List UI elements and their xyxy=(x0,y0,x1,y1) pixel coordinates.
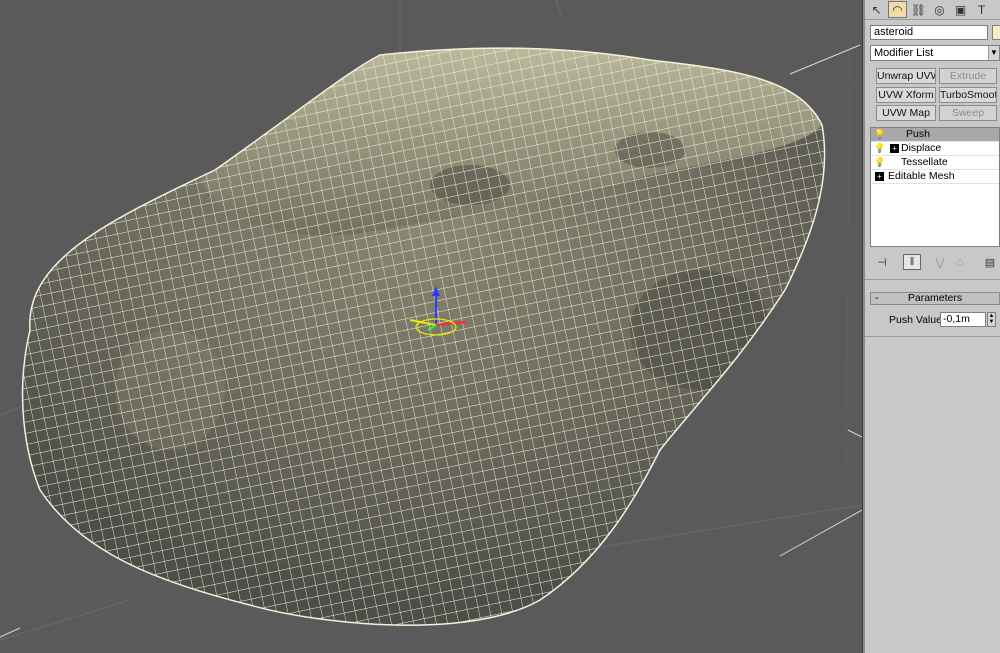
push-value-label: Push Value: xyxy=(889,314,945,326)
command-panel-tabs: ↖ ◠ ⛓ ◎ ▣ T xyxy=(865,0,1000,20)
stack-item-push[interactable]: 💡 Push xyxy=(871,128,999,142)
create-icon[interactable]: ↖ xyxy=(867,1,886,18)
stack-item-label: Tessellate xyxy=(901,156,948,168)
turbosmooth-button[interactable]: TurboSmooth xyxy=(939,87,997,103)
push-value-input[interactable]: -0,1m xyxy=(940,312,986,327)
command-panel: ↖ ◠ ⛓ ◎ ▣ T asteroid Modifier List ▼ Unw… xyxy=(865,0,1000,653)
unwrap-uvw-button[interactable]: Unwrap UVW xyxy=(876,68,936,84)
display-icon[interactable]: ▣ xyxy=(951,1,970,18)
divider xyxy=(865,336,1000,337)
hierarchy-icon[interactable]: ⛓ xyxy=(909,1,928,18)
utilities-icon[interactable]: T xyxy=(972,1,991,18)
viewport-canvas[interactable] xyxy=(0,0,862,653)
modify-icon[interactable]: ◠ xyxy=(888,1,907,18)
uvw-xform-button[interactable]: UVW Xform xyxy=(876,87,936,103)
extrude-button[interactable]: Extrude xyxy=(939,68,997,84)
stack-item-tessellate[interactable]: 💡 Tessellate xyxy=(871,156,999,170)
remove-modifier-icon[interactable]: ⌂ xyxy=(951,254,969,270)
object-name-field[interactable]: asteroid xyxy=(870,25,988,40)
stack-item-label: Editable Mesh xyxy=(888,170,955,182)
lightbulb-icon[interactable]: 💡 xyxy=(874,143,885,154)
lightbulb-icon[interactable]: 💡 xyxy=(874,129,885,140)
asteroid-mesh[interactable] xyxy=(0,0,862,653)
sweep-button[interactable]: Sweep xyxy=(939,105,997,121)
chevron-down-icon[interactable]: ▼ xyxy=(988,46,999,60)
pin-stack-icon[interactable]: ⊣ xyxy=(873,254,891,270)
parameters-rollout-header[interactable]: - Parameters xyxy=(870,292,1000,305)
push-value-spinner[interactable]: ▲ ▼ xyxy=(987,312,996,327)
perspective-viewport[interactable] xyxy=(0,0,862,653)
divider xyxy=(865,279,1000,280)
show-end-result-icon[interactable]: ‖ xyxy=(903,254,921,270)
stack-item-label: Push xyxy=(906,128,930,140)
expand-plus-icon[interactable]: + xyxy=(890,144,899,153)
rollout-title: Parameters xyxy=(907,292,963,304)
expand-plus-icon[interactable]: + xyxy=(875,172,884,181)
stack-item-displace[interactable]: 💡 + Displace xyxy=(871,142,999,156)
max-window: ↖ ◠ ⛓ ◎ ▣ T asteroid Modifier List ▼ Unw… xyxy=(0,0,1000,653)
make-unique-icon[interactable]: ⋁ xyxy=(931,254,949,270)
modifier-stack[interactable]: 💡 Push 💡 + Displace 💡 Tessellate + Edita… xyxy=(870,127,1000,247)
modifier-list-label: Modifier List xyxy=(874,47,934,59)
motion-icon[interactable]: ◎ xyxy=(930,1,949,18)
configure-modifier-sets-icon[interactable]: ▤ xyxy=(981,254,999,270)
uvw-map-button[interactable]: UVW Map xyxy=(876,105,936,121)
stack-item-editable-mesh[interactable]: + Editable Mesh xyxy=(871,170,999,184)
stack-item-label: Displace xyxy=(901,142,942,154)
modifier-list-dropdown[interactable]: Modifier List ▼ xyxy=(870,45,1000,61)
stack-toolbar: ⊣ ‖ ⋁ ⌂ ▤ xyxy=(865,252,1000,272)
lightbulb-icon[interactable]: 💡 xyxy=(874,157,885,168)
object-color-swatch[interactable] xyxy=(992,25,1000,40)
